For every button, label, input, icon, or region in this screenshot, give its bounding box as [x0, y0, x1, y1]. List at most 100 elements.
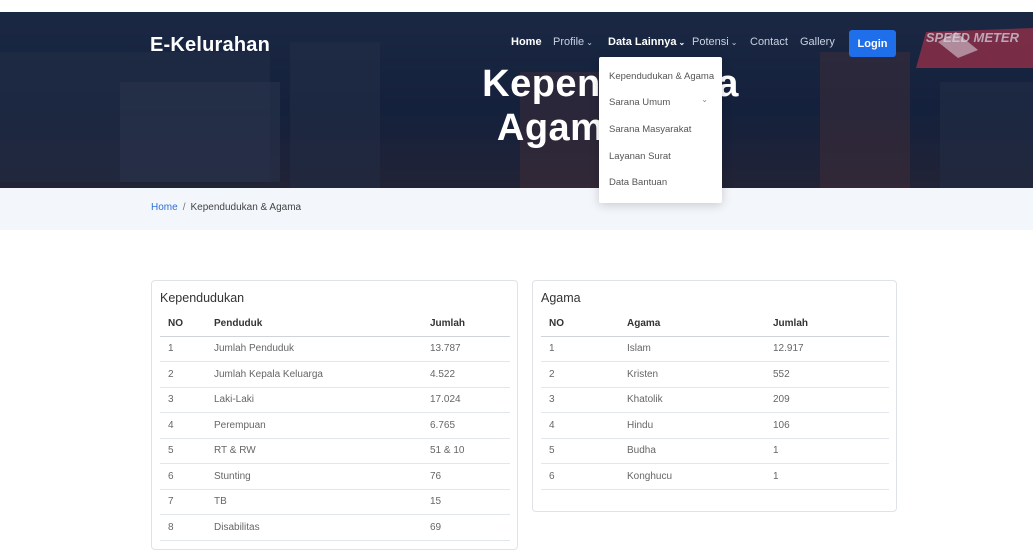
row-penduduk: Jumlah Kepala Keluarga — [206, 361, 422, 388]
row-no: 6 — [160, 463, 206, 490]
breadcrumb: Home / Kependudukan & Agama — [151, 202, 301, 213]
row-penduduk: RT & RW — [206, 438, 422, 464]
row-no: 6 — [541, 463, 619, 490]
table-row: 3 Laki-Laki 17.024 — [160, 387, 510, 413]
row-no: 5 — [160, 438, 206, 464]
row-penduduk: Stunting — [206, 463, 422, 490]
row-no: 7 — [160, 489, 206, 515]
row-no: 4 — [541, 412, 619, 439]
row-agama: Budha — [619, 438, 765, 464]
row-agama: Hindu — [619, 412, 765, 439]
table-row: 6 Stunting 76 — [160, 463, 510, 490]
nav-home[interactable]: Home — [511, 36, 542, 48]
row-jumlah: 12.917 — [765, 336, 889, 362]
table-row: 5 RT & RW 51 & 10 — [160, 438, 510, 464]
column-header-jumlah: Jumlah — [422, 312, 510, 337]
breadcrumb-bar: Home / Kependudukan & Agama — [0, 188, 1033, 230]
row-no: 2 — [541, 361, 619, 388]
column-header-agama: Agama — [619, 312, 765, 337]
agama-title: Agama — [541, 291, 581, 305]
dropdown-item-data-bantuan[interactable]: Data Bantuan — [609, 177, 667, 188]
chevron-down-icon: ⌄ — [586, 38, 593, 47]
row-penduduk: TB — [206, 489, 422, 515]
nav-gallery-label: Gallery — [800, 36, 835, 48]
breadcrumb-current: Kependudukan & Agama — [190, 202, 302, 213]
row-jumlah: 76 — [422, 463, 510, 490]
table-row: 5 Budha 1 — [541, 438, 889, 464]
table-row: 6 Konghucu 1 — [541, 463, 889, 490]
breadcrumb-home-link[interactable]: Home — [151, 202, 178, 213]
table-row: 3 Khatolik 209 — [541, 387, 889, 413]
row-jumlah: 51 & 10 — [422, 438, 510, 464]
row-jumlah: 13.787 — [422, 336, 510, 362]
kependudukan-card: Kependudukan NO Penduduk Jumlah 1 Jumlah … — [151, 280, 518, 550]
data-lainnya-dropdown: Kependudukan & Agama Sarana Umum ⌄ Saran… — [599, 57, 722, 203]
row-jumlah: 4.522 — [422, 361, 510, 388]
table-row: 1 Islam 12.917 — [541, 336, 889, 362]
row-jumlah: 15 — [422, 489, 510, 515]
row-no: 1 — [541, 336, 619, 362]
row-penduduk: Jumlah Penduduk — [206, 336, 422, 362]
table-row: 2 Kristen 552 — [541, 361, 889, 388]
nav-potensi[interactable]: Potensi ⌄ — [692, 36, 737, 48]
row-jumlah: 1 — [765, 438, 889, 464]
row-no: 1 — [160, 336, 206, 362]
chevron-down-icon: ⌄ — [701, 95, 708, 104]
row-jumlah: 552 — [765, 361, 889, 388]
page-title-line2: Agama — [496, 107, 627, 149]
nav-profile[interactable]: Profile ⌄ — [553, 36, 593, 48]
row-no: 8 — [160, 514, 206, 541]
dropdown-item-sarana-umum[interactable]: Sarana Umum — [609, 97, 670, 108]
hero-banner: SPEED METER E-Kelurahan Home Profile ⌄ Da… — [0, 12, 1033, 188]
table-row: 8 Disabilitas 69 — [160, 514, 510, 541]
row-penduduk: Disabilitas — [206, 514, 422, 541]
column-header-jumlah: Jumlah — [765, 312, 889, 337]
page-title-line1: Kependuduka — [0, 62, 1033, 106]
row-jumlah: 1 — [765, 463, 889, 490]
dropdown-item-kependudukan-agama[interactable]: Kependudukan & Agama — [609, 71, 714, 82]
nav-contact-label: Contact — [750, 36, 788, 48]
column-header-no: NO — [160, 312, 206, 337]
nav-potensi-label: Potensi — [692, 36, 729, 48]
row-penduduk: Perempuan — [206, 412, 422, 439]
dropdown-item-sarana-masyarakat[interactable]: Sarana Masyarakat — [609, 124, 691, 135]
row-no: 3 — [160, 387, 206, 413]
row-no: 4 — [160, 412, 206, 439]
row-jumlah: 69 — [422, 514, 510, 541]
nav-home-label: Home — [511, 36, 542, 48]
kependudukan-title: Kependudukan — [160, 291, 245, 305]
column-header-penduduk: Penduduk — [206, 312, 422, 337]
page-title: Kependuduka Agama — [0, 62, 1033, 150]
nav-profile-label: Profile — [553, 36, 585, 48]
column-header-no: NO — [541, 312, 619, 337]
table-header-row: NO Agama Jumlah — [541, 312, 889, 337]
row-jumlah: 209 — [765, 387, 889, 413]
nav-data-lainnya-label: Data Lainnya — [608, 36, 677, 48]
agama-table: NO Agama Jumlah 1 Islam 12.917 2 Kristen 552… — [541, 312, 889, 490]
breadcrumb-separator: / — [182, 202, 186, 213]
row-penduduk: Laki-Laki — [206, 387, 422, 413]
row-jumlah: 17.024 — [422, 387, 510, 413]
table-row: 7 TB 15 — [160, 489, 510, 515]
login-button[interactable]: Login — [849, 30, 896, 57]
chevron-down-icon: ⌄ — [678, 38, 686, 47]
table-header-row: NO Penduduk Jumlah — [160, 312, 510, 337]
row-agama: Islam — [619, 336, 765, 362]
table-row: 1 Jumlah Penduduk 13.787 — [160, 336, 510, 362]
row-jumlah: 6.765 — [422, 412, 510, 439]
row-jumlah: 106 — [765, 412, 889, 439]
row-no: 2 — [160, 361, 206, 388]
row-no: 5 — [541, 438, 619, 464]
dropdown-item-layanan-surat[interactable]: Layanan Surat — [609, 151, 671, 162]
nav-data-lainnya[interactable]: Data Lainnya ⌄ — [608, 36, 685, 48]
nav-gallery[interactable]: Gallery — [800, 36, 835, 48]
row-agama: Khatolik — [619, 387, 765, 413]
table-row: 2 Jumlah Kepala Keluarga 4.522 — [160, 361, 510, 388]
row-no: 3 — [541, 387, 619, 413]
row-agama: Konghucu — [619, 463, 765, 490]
kependudukan-table: NO Penduduk Jumlah 1 Jumlah Penduduk 13.78… — [160, 312, 510, 541]
agama-card: Agama NO Agama Jumlah 1 Islam 12.917 2 Kris… — [532, 280, 897, 512]
nav-contact[interactable]: Contact — [750, 36, 788, 48]
table-row: 4 Hindu 106 — [541, 412, 889, 439]
table-row: 4 Perempuan 6.765 — [160, 412, 510, 439]
